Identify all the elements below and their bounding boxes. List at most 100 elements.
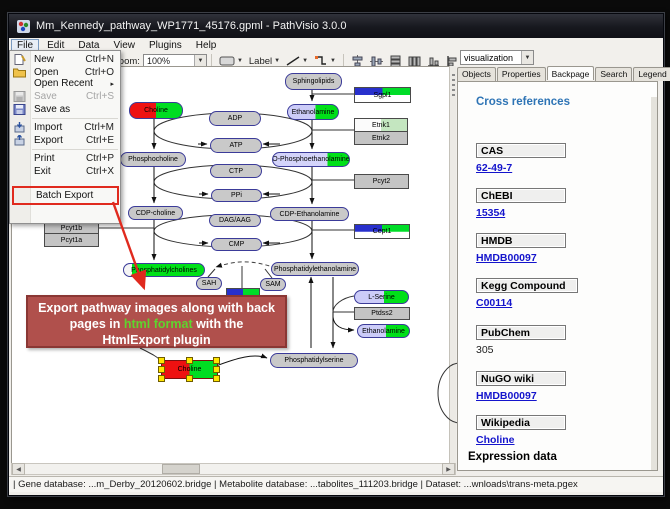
xref-header[interactable]: CAS xyxy=(476,143,566,158)
pathway-node-phosphocholine[interactable]: Phosphocholine xyxy=(120,152,186,167)
menu-item-save: SaveCtrl+S xyxy=(10,90,120,103)
annotation-line1: Export pathway images along with back xyxy=(28,300,285,316)
xref-header[interactable]: PubChem xyxy=(476,325,566,340)
batch-export-highlight-box: Batch Export xyxy=(12,186,119,205)
backpage-panel[interactable]: Cross references CAS 62-49-7 ChEBI 15354… xyxy=(457,81,658,471)
xref-section-nugo: NuGO wiki HMDB00097 xyxy=(476,371,626,386)
annotation-line3: HtmlExport plugin xyxy=(28,332,285,348)
pathway-node-cdp-choline[interactable]: CDP-choline xyxy=(128,206,183,220)
pathway-node-l-serine[interactable]: L-Serine xyxy=(354,290,409,304)
selection-handle[interactable] xyxy=(186,357,193,364)
selection-handle[interactable] xyxy=(158,375,165,382)
pathway-node-sam[interactable]: SAM xyxy=(260,278,286,291)
menu-item-exit[interactable]: ExitCtrl+X xyxy=(10,165,120,178)
selection-handle[interactable] xyxy=(213,357,220,364)
pathway-node-ctp[interactable]: CTP xyxy=(210,164,262,178)
pathway-node-phosphatidylserine[interactable]: Phosphatidylserine xyxy=(270,353,358,368)
pathway-node-dag-aag[interactable]: DAG/AAG xyxy=(209,214,261,227)
pathway-node-etnk2[interactable]: Etnk2 xyxy=(354,131,408,145)
menu-separator xyxy=(32,118,118,119)
menu-item-import[interactable]: ImportCtrl+M xyxy=(10,121,120,134)
menu-item-save-as[interactable]: Save as xyxy=(10,103,120,116)
xref-link[interactable]: 62-49-7 xyxy=(476,162,512,174)
pathway-node-o-phosphoethanolamine[interactable]: O-Phosphoethanolamine xyxy=(272,152,350,167)
panel-scrollbar[interactable] xyxy=(651,97,657,471)
xref-section-pubchem: PubChem 305 xyxy=(476,325,626,340)
import-icon xyxy=(13,122,26,133)
pathway-node-ethanolamine-2[interactable]: Ethanolamine xyxy=(357,324,410,338)
tab-backpage[interactable]: Backpage xyxy=(547,66,595,80)
xref-header[interactable]: Wikipedia xyxy=(476,415,566,430)
pathway-node-phosphatidylethanolamine[interactable]: Phosphatidylethanolamine xyxy=(271,262,359,276)
scroll-left-icon[interactable]: ◀ xyxy=(12,463,25,475)
app-icon xyxy=(17,20,30,33)
visualization-combobox[interactable]: visualization ▼ xyxy=(460,50,534,65)
annotation-line2: pages in html format with the xyxy=(28,316,285,332)
status-text: | Gene database: ...m_Derby_20120602.bri… xyxy=(13,479,578,490)
xref-link[interactable]: C00114 xyxy=(476,297,512,309)
new-document-icon xyxy=(13,54,26,65)
pathway-node-choline[interactable]: Choline xyxy=(129,102,183,119)
pathway-node-ppi[interactable]: PPi xyxy=(211,189,262,202)
pathvisio-window: Mm_Kennedy_pathway_WP1771_45176.gpml - P… xyxy=(8,13,664,496)
selection-handle[interactable] xyxy=(213,375,220,382)
pathway-node-cdp-ethanolamine[interactable]: CDP-Ethanolamine xyxy=(270,207,349,221)
xref-header[interactable]: ChEBI xyxy=(476,188,566,203)
scrollbar-thumb[interactable] xyxy=(162,464,200,474)
menu-item-open-recent[interactable]: Open Recent▸ xyxy=(10,77,120,90)
menu-item-batch-export[interactable]: Batch Export xyxy=(36,190,93,201)
pathway-node-pcyt1a[interactable]: Pcyt1a xyxy=(44,233,99,247)
title-bar[interactable]: Mm_Kennedy_pathway_WP1771_45176.gpml - P… xyxy=(9,14,663,38)
xref-link[interactable]: HMDB00097 xyxy=(476,390,537,402)
menu-item-print[interactable]: PrintCtrl+P xyxy=(10,152,120,165)
pathway-node-cept1[interactable]: Cept1 xyxy=(354,224,410,239)
xref-header[interactable]: HMDB xyxy=(476,233,566,248)
xref-section-hmdb: HMDB HMDB00097 xyxy=(476,233,626,248)
selection-handle[interactable] xyxy=(213,366,220,373)
horizontal-scrollbar[interactable]: ◀ ▶ xyxy=(11,463,456,475)
tab-search[interactable]: Search xyxy=(595,67,632,81)
xref-link[interactable]: Choline xyxy=(476,434,515,446)
tab-legend[interactable]: Legend xyxy=(633,67,670,81)
menu-separator xyxy=(32,149,118,150)
chevron-down-icon[interactable]: ▼ xyxy=(521,51,533,64)
pathway-node-cmp[interactable]: CMP xyxy=(211,238,262,251)
tab-properties[interactable]: Properties xyxy=(497,67,546,81)
pathway-node-atp[interactable]: ATP xyxy=(210,138,262,153)
menu-item-export[interactable]: ExportCtrl+E xyxy=(10,134,120,147)
pathway-node-sgpl1[interactable]: Sgpl1 xyxy=(354,87,411,103)
screenshot-root: Mm_Kennedy_pathway_WP1771_45176.gpml - P… xyxy=(0,0,670,509)
pathway-node-phosphatidylcholines[interactable]: Phosphatidylcholines xyxy=(123,263,205,277)
pathway-node-ptdss2[interactable]: Ptdss2 xyxy=(354,307,410,320)
selection-handle[interactable] xyxy=(186,375,193,382)
file-menu-popup: NewCtrl+N OpenCtrl+O Open Recent▸ SaveCt… xyxy=(9,50,121,224)
pathway-node-sphingolipids[interactable]: Sphingolipids xyxy=(285,73,342,90)
side-panel-tabs: Objects Properties Backpage Search Legen… xyxy=(457,67,670,81)
xref-section-wikipedia: Wikipedia Choline xyxy=(476,415,626,430)
tab-objects[interactable]: Objects xyxy=(457,67,496,81)
scroll-right-icon[interactable]: ▶ xyxy=(442,463,455,475)
export-icon xyxy=(13,135,26,146)
menu-item-new[interactable]: NewCtrl+N xyxy=(10,53,120,66)
label-tool-text: Label xyxy=(249,56,272,67)
pathway-node-pcyt2[interactable]: Pcyt2 xyxy=(354,174,409,189)
submenu-arrow-icon: ▸ xyxy=(110,80,114,88)
menu-help[interactable]: Help xyxy=(190,39,223,52)
splitter-grip-icon xyxy=(452,74,455,96)
save-icon xyxy=(13,91,26,102)
save-as-icon xyxy=(13,104,26,115)
selection-handle[interactable] xyxy=(158,357,165,364)
pathway-node-adp[interactable]: ADP xyxy=(209,111,261,126)
xref-link[interactable]: HMDB00097 xyxy=(476,252,537,264)
datanode-icon xyxy=(219,56,235,66)
xref-link[interactable]: 15354 xyxy=(476,207,505,219)
annotation-highlight: html format xyxy=(124,317,193,331)
menu-plugins[interactable]: Plugins xyxy=(143,39,188,52)
xref-header[interactable]: Kegg Compound xyxy=(476,278,578,293)
selection-handle[interactable] xyxy=(158,366,165,373)
xref-section-cas: CAS 62-49-7 xyxy=(476,143,626,158)
cross-references-heading: Cross references xyxy=(476,96,570,108)
pathway-node-ethanolamine[interactable]: Ethanolamine xyxy=(287,104,339,120)
xref-header[interactable]: NuGO wiki xyxy=(476,371,566,386)
pathway-node-sah[interactable]: SAH xyxy=(196,277,222,290)
